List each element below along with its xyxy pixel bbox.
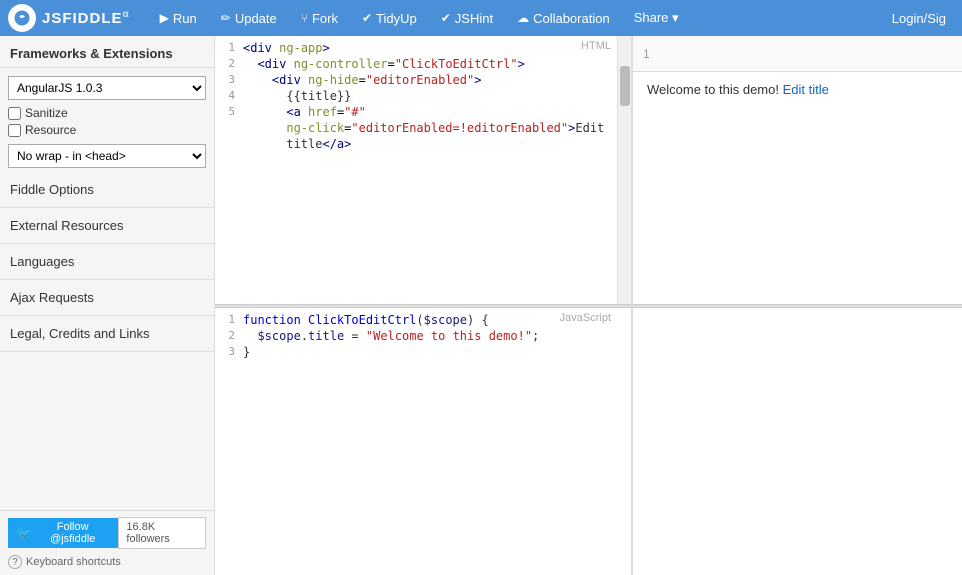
- collaboration-label: Collaboration: [533, 11, 610, 26]
- frameworks-section: AngularJS 1.0.3 jQuery React Vue.js Sani…: [0, 68, 214, 172]
- check-icon-jshint: ✔: [441, 11, 451, 25]
- js-editors-row: JavaScript 1 function ClickToEditCtrl($s…: [215, 308, 962, 575]
- tidyup-button[interactable]: ✔ TidyUp: [352, 7, 427, 30]
- sanitize-label: Sanitize: [25, 106, 68, 120]
- result-text: Welcome to this demo!: [647, 82, 783, 97]
- share-label: Share ▾: [634, 10, 679, 26]
- resource-label: Resource: [25, 123, 76, 137]
- logo-icon: [8, 4, 36, 32]
- legal-credits-label: Legal, Credits and Links: [10, 326, 149, 341]
- html-line-4: 4 {{title}}: [215, 88, 617, 104]
- pencil-icon: ✏: [221, 11, 231, 25]
- run-button[interactable]: ▶ Run: [150, 7, 207, 30]
- html-line-5-cont: ng-click="editorEnabled=!editorEnabled">…: [215, 120, 617, 136]
- js-line-2: 2 $scope.title = "Welcome to this demo!"…: [215, 328, 631, 344]
- update-button[interactable]: ✏ Update: [211, 7, 287, 30]
- scrollbar-thumb: [620, 66, 630, 106]
- result-content: Welcome to this demo! Edit title: [633, 72, 962, 304]
- js-code-area[interactable]: 1 function ClickToEditCtrl($scope) { 2 $…: [215, 308, 631, 575]
- jshint-label: JSHint: [455, 11, 493, 26]
- sidebar-item-external-resources[interactable]: External Resources: [0, 208, 214, 244]
- result-panel-bottom: [632, 308, 962, 575]
- result-num: 1: [643, 47, 650, 61]
- main-layout: Frameworks & Extensions AngularJS 1.0.3 …: [0, 36, 962, 575]
- frameworks-title: Frameworks & Extensions: [0, 36, 214, 68]
- fiddle-options-label: Fiddle Options: [10, 182, 94, 197]
- keyboard-shortcuts-label: Keyboard shortcuts: [26, 556, 121, 568]
- twitter-follow-button[interactable]: 🐦 Follow @jsfiddle: [8, 518, 118, 548]
- sidebar-footer: 🐦 Follow @jsfiddle 16.8K followers ? Key…: [0, 510, 214, 575]
- run-label: Run: [173, 11, 197, 26]
- external-resources-label: External Resources: [10, 218, 123, 233]
- check-icon-tidy: ✔: [362, 11, 372, 25]
- result-header: 1: [633, 36, 962, 72]
- editors-row: HTML 1 <div ng-app> 2 <div ng-controller…: [215, 36, 962, 304]
- resource-checkbox[interactable]: [8, 124, 21, 137]
- logo: JSFIDDLEα: [8, 4, 130, 32]
- question-icon: ?: [8, 555, 22, 569]
- html-line-3: 3 <div ng-hide="editorEnabled">: [215, 72, 617, 88]
- twitter-count: 16.8K followers: [118, 517, 206, 549]
- framework-select[interactable]: AngularJS 1.0.3 jQuery React Vue.js: [8, 76, 206, 100]
- twitter-follow-label: Follow @jsfiddle: [35, 521, 110, 545]
- logo-text: JSFIDDLEα: [42, 9, 130, 27]
- js-editor: JavaScript 1 function ClickToEditCtrl($s…: [215, 308, 632, 575]
- tidyup-label: TidyUp: [376, 11, 417, 26]
- share-button[interactable]: Share ▾: [624, 6, 689, 30]
- html-line-1: 1 <div ng-app>: [215, 40, 617, 56]
- keyboard-shortcuts-link[interactable]: ? Keyboard shortcuts: [8, 555, 206, 569]
- sanitize-row: Sanitize: [8, 106, 206, 120]
- collaboration-button[interactable]: ☁ Collaboration: [507, 7, 620, 30]
- fork-button[interactable]: ⑂ Fork: [291, 7, 348, 30]
- html-line-5-cont2: title</a>: [215, 136, 617, 152]
- ajax-requests-label: Ajax Requests: [10, 290, 94, 305]
- navbar: JSFIDDLEα ▶ Run ✏ Update ⑂ Fork ✔ TidyUp…: [0, 0, 962, 36]
- sidebar-item-languages[interactable]: Languages: [0, 244, 214, 280]
- fork-label: Fork: [312, 11, 338, 26]
- resource-row: Resource: [8, 123, 206, 137]
- sidebar-item-legal-credits[interactable]: Legal, Credits and Links: [0, 316, 214, 352]
- js-line-1: 1 function ClickToEditCtrl($scope) {: [215, 312, 631, 328]
- run-icon: ▶: [160, 11, 169, 25]
- html-editor: HTML 1 <div ng-app> 2 <div ng-controller…: [215, 36, 632, 304]
- languages-label: Languages: [10, 254, 74, 269]
- result-edit-link[interactable]: Edit title: [783, 82, 829, 97]
- html-line-5: 5 <a href="#": [215, 104, 617, 120]
- twitter-section: 🐦 Follow @jsfiddle 16.8K followers: [8, 517, 206, 549]
- twitter-bird-icon: 🐦: [16, 526, 31, 540]
- html-code-area[interactable]: 1 <div ng-app> 2 <div ng-controller="Cli…: [215, 36, 631, 304]
- sidebar-item-ajax-requests[interactable]: Ajax Requests: [0, 280, 214, 316]
- cloud-icon: ☁: [517, 11, 529, 25]
- editors-area: HTML 1 <div ng-app> 2 <div ng-controller…: [215, 36, 962, 575]
- fork-icon: ⑂: [301, 11, 308, 25]
- sidebar: Frameworks & Extensions AngularJS 1.0.3 …: [0, 36, 215, 575]
- update-label: Update: [235, 11, 277, 26]
- html-scrollbar[interactable]: [617, 36, 631, 304]
- html-line-2: 2 <div ng-controller="ClickToEditCtrl">: [215, 56, 617, 72]
- sidebar-item-fiddle-options[interactable]: Fiddle Options: [0, 172, 214, 208]
- sanitize-checkbox[interactable]: [8, 107, 21, 120]
- js-line-3: 3 }: [215, 344, 631, 360]
- login-button[interactable]: Login/Sig: [884, 7, 954, 30]
- result-panel: 1 Welcome to this demo! Edit title: [632, 36, 962, 304]
- jshint-button[interactable]: ✔ JSHint: [431, 7, 503, 30]
- wrap-select[interactable]: No wrap - in <head> No wrap - in <body> …: [8, 144, 206, 168]
